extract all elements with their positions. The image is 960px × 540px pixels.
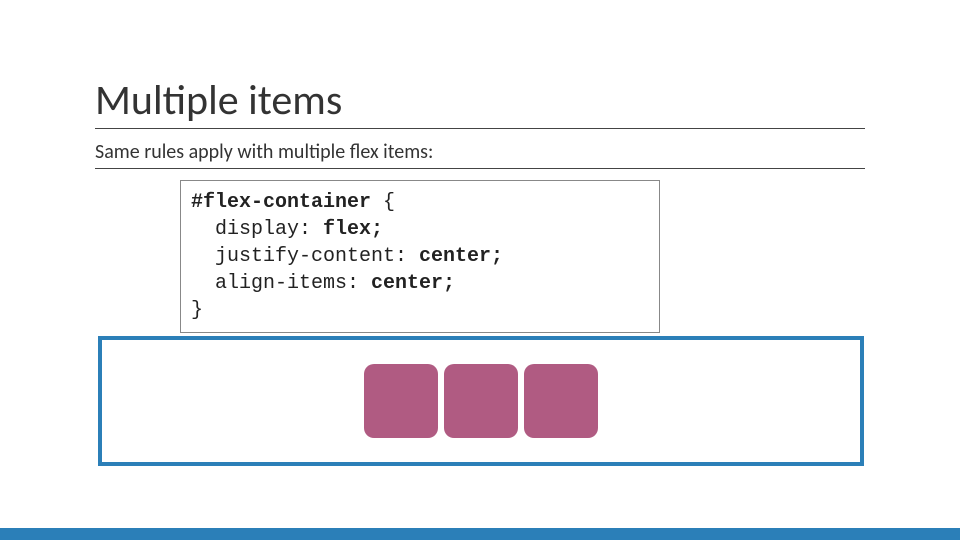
flex-item bbox=[364, 364, 438, 438]
code-block: #flex-container { display: flex; justify… bbox=[180, 180, 660, 333]
subtitle-underline bbox=[95, 168, 865, 169]
code-prop-justify: justify-content: bbox=[215, 245, 419, 268]
flex-item bbox=[524, 364, 598, 438]
code-line-3: justify-content: center; bbox=[191, 243, 649, 270]
code-prop-display: display: bbox=[215, 218, 323, 241]
flex-item bbox=[444, 364, 518, 438]
slide: Multiple items Same rules apply with mul… bbox=[0, 0, 960, 540]
code-selector: #flex-container bbox=[191, 191, 371, 214]
code-val-center2: center; bbox=[371, 272, 455, 295]
code-brace-open: { bbox=[371, 191, 395, 214]
code-val-flex: flex; bbox=[323, 218, 383, 241]
footer-accent-bar bbox=[0, 528, 960, 540]
code-line-4: align-items: center; bbox=[191, 270, 649, 297]
code-line-2: display: flex; bbox=[191, 216, 649, 243]
code-line-5: } bbox=[191, 297, 649, 324]
code-prop-align: align-items: bbox=[215, 272, 371, 295]
slide-subtitle: Same rules apply with multiple flex item… bbox=[95, 140, 433, 164]
code-line-1: #flex-container { bbox=[191, 189, 649, 216]
code-val-center1: center; bbox=[419, 245, 503, 268]
slide-title: Multiple items bbox=[95, 75, 342, 126]
flex-container-demo bbox=[98, 336, 864, 466]
title-underline bbox=[95, 128, 865, 129]
code-brace-close: } bbox=[191, 299, 203, 322]
